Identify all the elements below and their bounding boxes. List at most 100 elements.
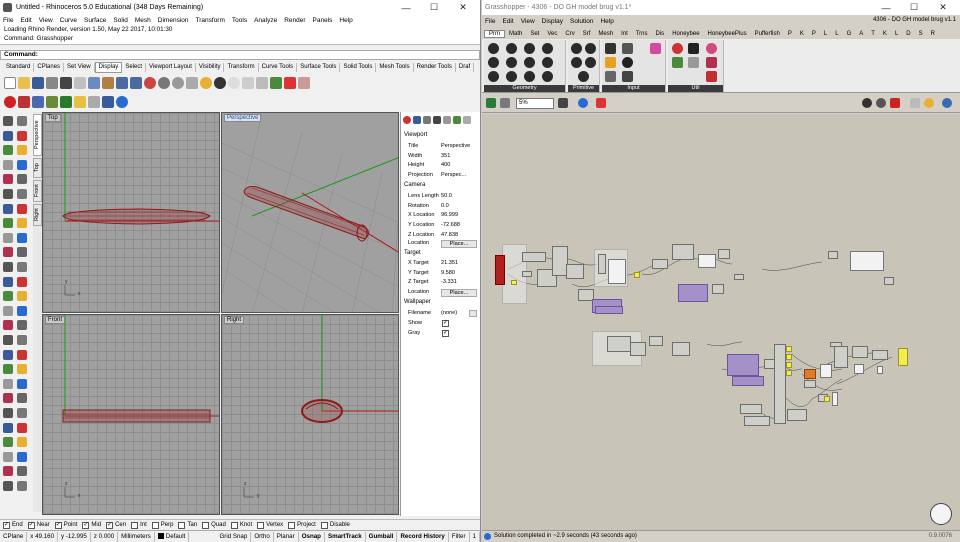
- menu-item-view[interactable]: View: [39, 17, 53, 24]
- camera-place-button[interactable]: Place...: [441, 240, 477, 248]
- rotate-icon[interactable]: [172, 77, 184, 89]
- gh-tab-l[interactable]: L: [831, 31, 842, 37]
- paste-icon[interactable]: [102, 77, 114, 89]
- light-tab-icon[interactable]: [453, 116, 461, 124]
- menu-item-render[interactable]: Render: [284, 17, 305, 24]
- command-input[interactable]: Command:: [0, 50, 480, 60]
- toolbar-tab-transform[interactable]: Transform: [224, 62, 259, 72]
- gh-tab-g[interactable]: G: [843, 31, 856, 37]
- gh-tab-vec[interactable]: Vec: [543, 31, 561, 37]
- gh-canvas[interactable]: [482, 114, 960, 530]
- menu-item-mesh[interactable]: Mesh: [135, 17, 151, 24]
- toggle-gumball[interactable]: Gumball: [366, 531, 398, 542]
- menu-item-file[interactable]: File: [3, 17, 13, 24]
- tool-icon[interactable]: [17, 451, 27, 462]
- gh-tab-dis[interactable]: Dis: [652, 31, 669, 37]
- gh-component[interactable]: [854, 364, 864, 374]
- tools-icon[interactable]: [298, 77, 310, 89]
- tool-icon[interactable]: [17, 437, 27, 448]
- menu-item-edit[interactable]: Edit: [20, 17, 31, 24]
- toolbar-tab-visibility[interactable]: Visibility: [196, 62, 225, 72]
- osnap-checkbox[interactable]: [202, 521, 210, 529]
- osnap-checkbox[interactable]: ✓: [106, 521, 114, 529]
- osnap-checkbox[interactable]: [230, 521, 238, 529]
- osnap-end[interactable]: ✓ End: [3, 521, 23, 529]
- toggle-planar[interactable]: Planar: [274, 531, 299, 542]
- toggle-smarttrack[interactable]: SmartTrack: [325, 531, 366, 542]
- property-value[interactable]: Perspective: [441, 142, 470, 152]
- cut-icon[interactable]: [74, 77, 86, 89]
- render-icon[interactable]: [214, 77, 226, 89]
- gh-zoom-icon[interactable]: [500, 98, 510, 108]
- rhino-maximize-button[interactable]: ☐: [420, 0, 448, 15]
- gray-checkbox[interactable]: ✓: [442, 330, 449, 337]
- osnap-checkbox[interactable]: ✓: [27, 521, 35, 529]
- tool-icon[interactable]: [17, 130, 27, 141]
- gh-component[interactable]: [872, 350, 888, 360]
- gh-navigation-compass[interactable]: [930, 503, 952, 525]
- tool-icon[interactable]: [17, 276, 27, 287]
- gh-component[interactable]: [672, 244, 694, 260]
- param-box-icon[interactable]: [488, 43, 499, 54]
- tool-icon[interactable]: [17, 189, 27, 199]
- rhino-minimize-button[interactable]: —: [392, 0, 420, 15]
- toolbar-tab-set-view[interactable]: Set View: [64, 62, 95, 72]
- osnap-checkbox[interactable]: ✓: [82, 521, 90, 529]
- gh-component[interactable]: [672, 342, 690, 356]
- tool-icon[interactable]: [17, 305, 27, 316]
- tool-icon[interactable]: [3, 408, 13, 418]
- gh-tab-srf[interactable]: Srf: [579, 31, 595, 37]
- osnap-quad[interactable]: Quad: [202, 521, 226, 529]
- toggle-osnap[interactable]: Osnap: [299, 531, 325, 542]
- osnap-checkbox[interactable]: [257, 521, 265, 529]
- util-relay-icon[interactable]: [688, 57, 699, 68]
- toggle-record-history[interactable]: Record History: [397, 531, 449, 542]
- osnap-mid[interactable]: ✓ Mid: [82, 521, 101, 529]
- pan-icon[interactable]: [144, 77, 156, 89]
- gh-component[interactable]: [607, 336, 631, 352]
- gh-component[interactable]: [698, 254, 716, 268]
- param-circle-icon[interactable]: [524, 43, 535, 54]
- param-number-icon[interactable]: [585, 57, 596, 68]
- osnap-disable[interactable]: Disable: [320, 521, 350, 529]
- show-checkbox[interactable]: ✓: [442, 320, 449, 327]
- gh-save-icon[interactable]: [486, 98, 496, 108]
- toggle-grid-snap[interactable]: Grid Snap: [216, 531, 252, 542]
- toolbar-tab-surface-tools[interactable]: Surface Tools: [297, 62, 341, 72]
- gh-component[interactable]: [630, 342, 646, 356]
- tool-icon[interactable]: [3, 189, 13, 199]
- input-graph-icon[interactable]: [605, 57, 616, 68]
- toggle-ortho[interactable]: Ortho: [251, 531, 274, 542]
- osnap-checkbox[interactable]: ✓: [3, 521, 10, 529]
- gh-tab-k[interactable]: K: [796, 31, 808, 37]
- gh-tab-p[interactable]: P: [784, 31, 796, 37]
- shade-icon[interactable]: [200, 77, 212, 89]
- gh-minimize-button[interactable]: —: [872, 0, 900, 15]
- property-value[interactable]: 9.580: [441, 269, 455, 279]
- gh-component[interactable]: [649, 336, 663, 346]
- properties-tab-icon[interactable]: [403, 116, 411, 124]
- gh-tab-d[interactable]: D: [902, 31, 914, 37]
- gh-component[interactable]: [511, 280, 517, 285]
- toggle-filter[interactable]: Filter: [449, 531, 470, 542]
- tool-icon[interactable]: [17, 393, 27, 404]
- input-value-list-icon[interactable]: [622, 71, 633, 82]
- tool-icon[interactable]: [3, 291, 13, 302]
- tool-icon[interactable]: [3, 262, 13, 272]
- input-toggle-icon[interactable]: [622, 43, 633, 54]
- gh-tab-crv[interactable]: Crv: [561, 31, 578, 37]
- osnap-near[interactable]: ✓ Near: [27, 521, 50, 529]
- util-flask-icon[interactable]: [706, 57, 717, 68]
- tool-icon[interactable]: [17, 145, 27, 156]
- gh-tab-trns[interactable]: Trns: [632, 31, 652, 37]
- osnap-checkbox[interactable]: ✓: [54, 521, 62, 529]
- menu-item-dimension[interactable]: Dimension: [158, 17, 189, 24]
- gh-component[interactable]: [786, 362, 792, 368]
- gh-component[interactable]: [830, 342, 842, 347]
- property-value[interactable]: 50.0: [441, 192, 452, 202]
- tool-icon[interactable]: [3, 276, 13, 287]
- gh-tab-l[interactable]: L: [891, 31, 902, 37]
- param-integer-icon[interactable]: [571, 57, 582, 68]
- display-tab-icon[interactable]: [423, 116, 431, 124]
- gh-tab-l[interactable]: L: [820, 31, 831, 37]
